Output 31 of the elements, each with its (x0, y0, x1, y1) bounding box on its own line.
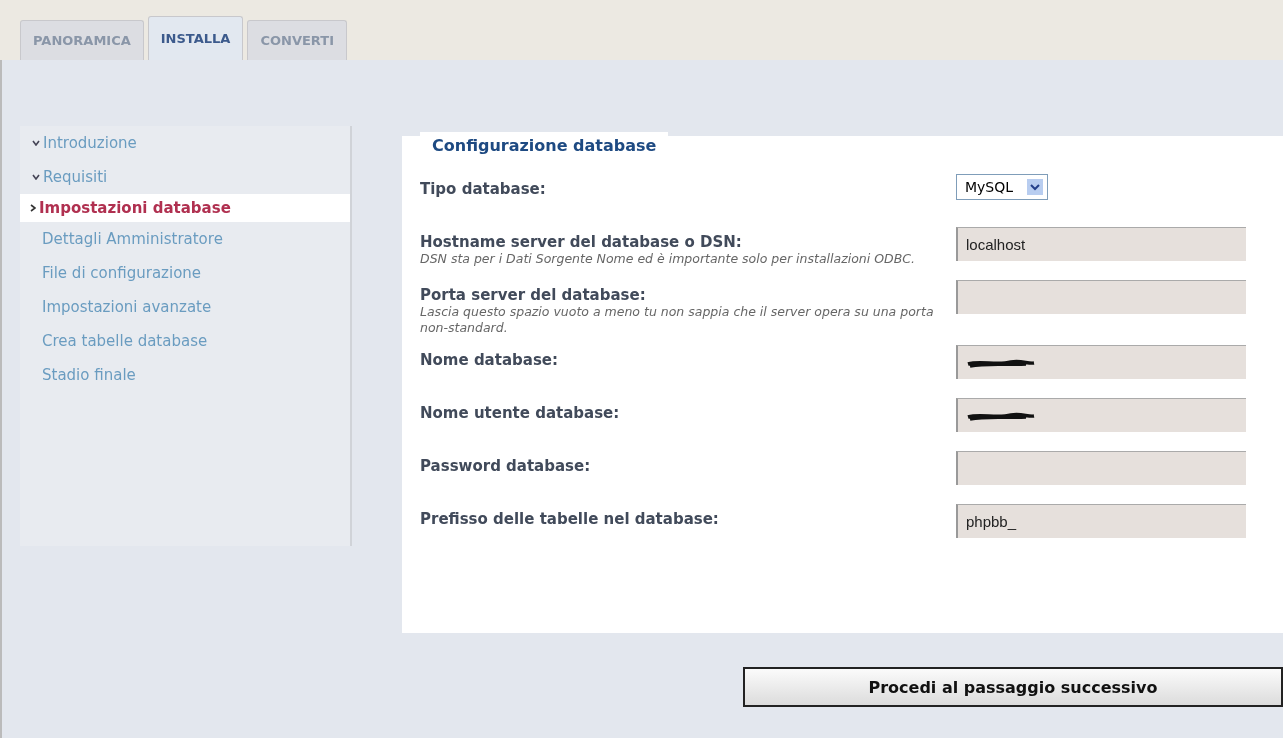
field-label: Password database: (420, 457, 592, 475)
field-label: Prefisso delle tabelle nel database: (420, 510, 720, 528)
input-field[interactable] (956, 398, 1246, 432)
chevron-down-icon (32, 174, 40, 180)
database-type-select[interactable]: MySQL (956, 174, 1048, 200)
field-hint: DSN sta per i Dati Sorgente Nome ed è importante solo per installazioni ODBC. (420, 251, 916, 267)
input-field[interactable] (956, 280, 1246, 314)
chevron-right-icon (30, 204, 36, 212)
sidebar-item[interactable]: Introduzione (20, 126, 350, 160)
sidebar-item[interactable]: Impostazioni avanzate (20, 290, 350, 324)
field-label: Hostname server del database o DSN: (420, 233, 743, 251)
next-step-button[interactable]: Procedi al passaggio successivo (743, 667, 1283, 707)
chevron-down-icon (32, 140, 40, 146)
field-hint: Lascia questo spazio vuoto a meno tu non sappia che il server opera su una porta non-standard. (420, 304, 935, 336)
input-field[interactable]: localhost (956, 227, 1246, 261)
field-label: Porta server del database: (420, 286, 647, 304)
sidebar-item[interactable]: Requisiti (20, 160, 350, 194)
tab[interactable]: INSTALLA (147, 16, 244, 60)
input-field[interactable]: phpbb_ (956, 504, 1246, 538)
sidebar-item[interactable]: Stadio finale (20, 358, 350, 392)
field-label: Nome utente database: (420, 404, 621, 422)
sidebar-item[interactable]: Impostazioni database (20, 194, 350, 222)
tab[interactable]: PANORAMICA (20, 20, 144, 60)
sidebar-item[interactable]: Dettagli Amministratore (20, 222, 350, 256)
input-field[interactable] (956, 345, 1246, 379)
sidebar-item[interactable]: Crea tabelle database (20, 324, 350, 358)
field-label: Tipo database: (420, 180, 547, 198)
field-label: Nome database: (420, 351, 559, 369)
input-field[interactable] (956, 451, 1246, 485)
sidebar-item[interactable]: File di configurazione (20, 256, 350, 290)
tab[interactable]: CONVERTI (247, 20, 347, 60)
